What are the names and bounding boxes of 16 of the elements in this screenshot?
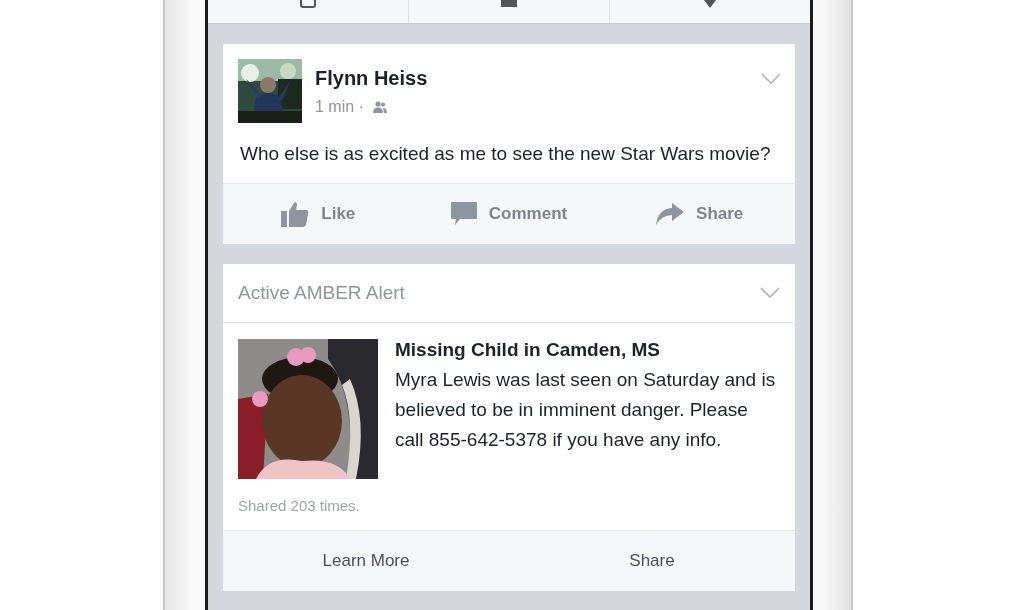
comment-button[interactable]: Comment — [413, 184, 605, 244]
alert-header: Active AMBER Alert — [238, 282, 405, 304]
like-button[interactable]: Like — [223, 184, 414, 244]
alert-title[interactable]: Missing Child in Camden, MS — [395, 335, 780, 365]
action-button[interactable]: Learn More — [223, 551, 509, 571]
share-button[interactable]: Share — [604, 184, 795, 244]
action-button[interactable]: Share — [509, 551, 795, 571]
thumbs-up-icon — [281, 201, 310, 227]
friends-icon — [371, 101, 388, 113]
author-name[interactable]: Flynn Heiss — [315, 67, 428, 90]
alert-description: Myra Lewis was last seen on Saturday and is believed to be in imminent danger. Please call 855-642-5378 if you have any info. — [395, 368, 777, 452]
post-text: Who else is as excited as me to see the new Star Wars movie? — [239, 142, 772, 166]
share-count: Shared 203 times. — [237, 496, 361, 516]
speech-bubble-icon — [450, 202, 477, 226]
arrow-icon — [656, 203, 685, 225]
post-time: 1 min · — [315, 98, 364, 116]
